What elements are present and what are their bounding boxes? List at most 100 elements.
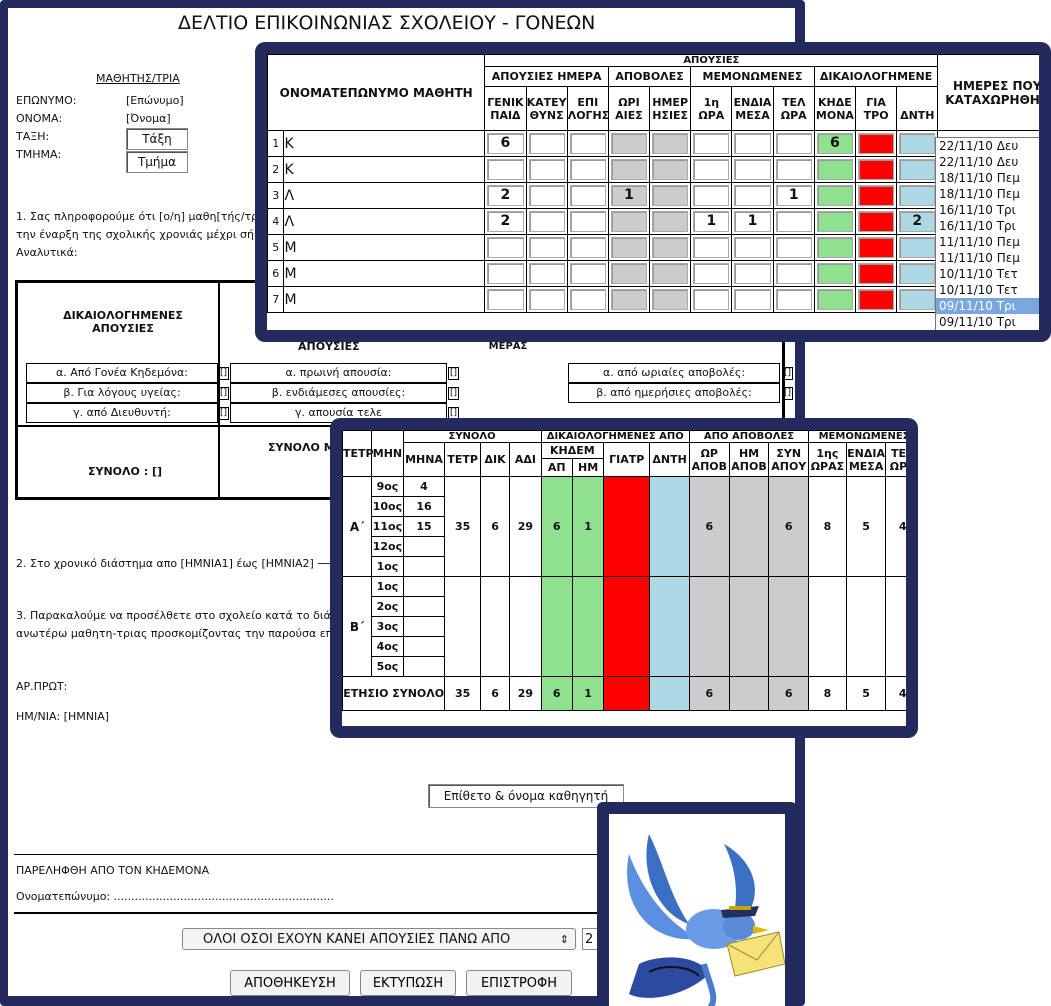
absence-count-input[interactable] — [899, 185, 936, 206]
back-button[interactable]: ΕΠΙΣΤΡΟΦΗ — [466, 970, 572, 996]
absence-count-input[interactable] — [775, 263, 812, 284]
absence-count-input[interactable] — [652, 211, 689, 232]
absence-count-input[interactable] — [775, 237, 812, 258]
absence-count-input[interactable] — [693, 263, 730, 284]
absence-count-input[interactable]: 2 — [487, 185, 524, 206]
student-name[interactable]: Μ — [283, 234, 486, 261]
list-item[interactable]: 22/11/10 Δευ — [936, 138, 1039, 154]
absence-count-input[interactable]: 1 — [610, 185, 648, 206]
absence-count-input[interactable] — [487, 237, 524, 258]
absence-count-input[interactable] — [528, 133, 565, 154]
absence-count-input[interactable] — [734, 237, 771, 258]
checkbox-c[interactable]: [] — [218, 407, 229, 420]
list-item[interactable]: 10/11/10 Τετ — [936, 282, 1039, 298]
student-name[interactable]: Κ — [283, 156, 486, 183]
section-field[interactable]: Τμήμα — [126, 151, 188, 173]
absence-count-input[interactable] — [487, 159, 524, 180]
absence-count-input[interactable] — [693, 237, 730, 258]
absence-count-input[interactable]: 1 — [734, 211, 771, 232]
absence-count-input[interactable] — [569, 133, 606, 154]
list-item[interactable]: 11/11/10 Πεμ — [936, 250, 1039, 266]
absence-count-input[interactable] — [652, 289, 689, 310]
save-button[interactable]: ΑΠΟΘΗΚΕΥΣΗ — [230, 970, 350, 996]
absence-count-input[interactable] — [528, 159, 565, 180]
absence-count-input[interactable] — [899, 263, 936, 284]
list-item[interactable]: 16/11/10 Τρι — [936, 202, 1039, 218]
absence-count-input[interactable] — [569, 263, 606, 284]
absence-count-input[interactable] — [487, 263, 524, 284]
absence-count-input[interactable] — [652, 133, 689, 154]
list-item[interactable]: 09/11/10 Τρι — [936, 314, 1039, 330]
checkbox-b[interactable]: [] — [218, 387, 229, 400]
absence-count-input[interactable] — [734, 289, 771, 310]
absence-count-input[interactable]: 6 — [487, 133, 524, 154]
class-field[interactable]: Τάξη — [126, 128, 188, 150]
list-item[interactable]: 11/11/10 Πεμ — [936, 234, 1039, 250]
absence-count-input[interactable] — [858, 211, 895, 232]
absence-count-input[interactable] — [569, 211, 606, 232]
absence-count-input[interactable] — [610, 263, 648, 284]
absence-count-input[interactable] — [775, 289, 812, 310]
student-name[interactable]: Λ — [283, 182, 486, 209]
list-item[interactable]: 16/11/10 Τρι — [936, 218, 1039, 234]
absence-count-input[interactable] — [610, 211, 648, 232]
absence-count-input[interactable]: 1 — [693, 211, 730, 232]
absence-count-input[interactable] — [652, 237, 689, 258]
absence-count-input[interactable] — [858, 185, 895, 206]
absence-count-input[interactable] — [569, 237, 606, 258]
absence-count-input[interactable] — [734, 185, 771, 206]
absence-count-input[interactable] — [899, 289, 936, 310]
absence-count-input[interactable] — [816, 237, 853, 258]
absence-count-input[interactable] — [734, 133, 771, 154]
absence-count-input[interactable] — [858, 263, 895, 284]
absence-count-input[interactable] — [528, 237, 565, 258]
absence-count-input[interactable] — [569, 159, 606, 180]
absence-count-input[interactable] — [693, 159, 730, 180]
absence-count-input[interactable] — [652, 159, 689, 180]
absence-count-input[interactable]: 2 — [487, 211, 524, 232]
student-name[interactable]: Κ — [283, 130, 486, 157]
checkbox-g[interactable]: [] — [782, 367, 793, 380]
absence-count-input[interactable] — [858, 289, 895, 310]
absence-count-input[interactable] — [899, 159, 936, 180]
absence-count-input[interactable] — [610, 289, 648, 310]
absence-count-input[interactable] — [816, 289, 853, 310]
absence-count-input[interactable] — [816, 263, 853, 284]
checkbox-h[interactable]: [] — [782, 387, 793, 400]
absence-count-input[interactable] — [734, 263, 771, 284]
absence-count-input[interactable] — [528, 289, 565, 310]
student-name[interactable]: Μ — [283, 286, 486, 313]
teacher-name-field[interactable]: Επίθετο & όνομα καθηγητή — [428, 784, 624, 808]
student-name[interactable]: Λ — [283, 208, 486, 235]
absence-count-input[interactable] — [858, 237, 895, 258]
absence-count-input[interactable] — [816, 211, 853, 232]
absence-count-input[interactable] — [487, 289, 524, 310]
absence-count-input[interactable] — [734, 159, 771, 180]
absence-count-input[interactable] — [775, 159, 812, 180]
absence-count-input[interactable] — [816, 159, 853, 180]
absence-count-input[interactable] — [858, 133, 895, 154]
absence-count-input[interactable] — [610, 237, 648, 258]
registered-days-listbox[interactable]: 22/11/10 Δευ 22/11/10 Δευ 18/11/10 Πεμ 18/1… — [935, 137, 1039, 330]
list-item[interactable]: 18/11/10 Πεμ — [936, 170, 1039, 186]
list-item[interactable]: 22/11/10 Δευ — [936, 154, 1039, 170]
absence-count-input[interactable] — [569, 289, 606, 310]
filter-select[interactable]: ΟΛΟΙ ΟΣΟΙ ΕΧΟΥΝ ΚΑΝΕΙ ΑΠΟΥΣΙΕΣ ΠΑΝΩ ΑΠΟ … — [182, 928, 576, 950]
absence-count-input[interactable] — [899, 237, 936, 258]
absence-count-input[interactable] — [528, 185, 565, 206]
checkbox-e[interactable]: [] — [448, 387, 459, 400]
print-button[interactable]: ΕΚΤΥΠΩΣΗ — [360, 970, 456, 996]
absence-count-input[interactable] — [693, 185, 730, 206]
absence-count-input[interactable]: 6 — [816, 133, 853, 154]
absence-count-input[interactable] — [610, 159, 648, 180]
absence-count-input[interactable] — [528, 263, 565, 284]
absence-count-input[interactable] — [775, 211, 812, 232]
student-name[interactable]: Μ — [283, 260, 486, 287]
absence-count-input[interactable] — [652, 263, 689, 284]
checkbox-a[interactable]: [] — [218, 367, 229, 380]
absence-count-input[interactable] — [693, 289, 730, 310]
absence-count-input[interactable] — [816, 185, 853, 206]
checkbox-d[interactable]: [] — [448, 367, 459, 380]
list-item[interactable]: 18/11/10 Πεμ — [936, 186, 1039, 202]
absence-count-input[interactable] — [775, 133, 812, 154]
